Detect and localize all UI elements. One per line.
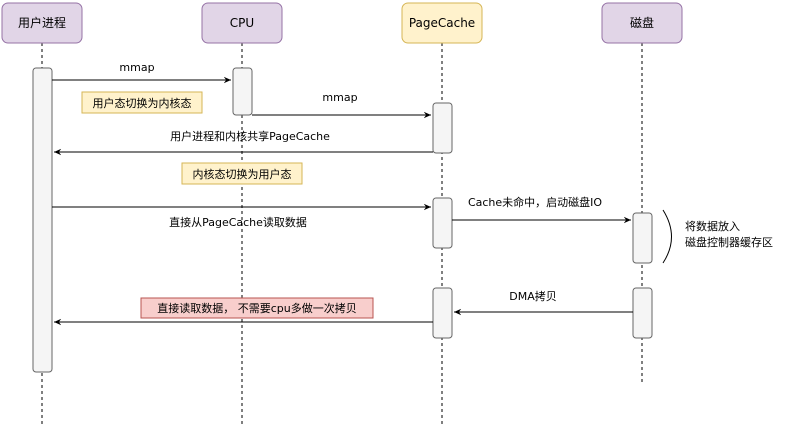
note-user-to-kernel: 用户态切换为内核态 [81,91,203,114]
participant-disk: 磁盘 [601,2,683,44]
message-label-cache-miss: Cache未命中，启动磁盘IO [468,195,602,209]
activation-cpu [232,67,253,116]
participant-user-process-label: 用户进程 [18,15,66,30]
participant-pagecache: PageCache [401,2,483,44]
activation-pagecache-1 [432,102,453,154]
participant-disk-label: 磁盘 [630,15,654,30]
activation-pagecache-3 [432,287,453,339]
activation-disk-2 [632,287,653,339]
participant-user-process: 用户进程 [1,2,83,44]
note-direct-read-text: 直接读取数据， 不需要cpu多做一次拷贝 [157,301,357,315]
side-note-brace [662,209,672,264]
note-user-to-kernel-text: 用户态切换为内核态 [93,96,192,110]
participant-pagecache-label: PageCache [409,16,475,30]
message-label-mmap-2: mmap [322,91,357,104]
message-label-share-pagecache: 用户进程和内核共享PageCache [170,129,330,143]
side-note-line1: 将数据放入 [685,219,740,233]
message-label-mmap-1: mmap [119,61,154,74]
message-label-read-direct: 直接从PageCache读取数据 [169,215,307,229]
note-direct-read: 直接读取数据， 不需要cpu多做一次拷贝 [140,297,374,319]
sequence-diagram: 用户进程 CPU PageCache 磁盘 mmap mmap 用户进程和内核共… [1,2,773,425]
activation-pagecache-2 [432,197,453,249]
participant-cpu: CPU [201,2,283,44]
activation-user-process [32,67,53,373]
note-kernel-to-user: 内核态切换为用户态 [181,162,303,185]
message-label-dma-copy: DMA拷贝 [509,289,557,303]
note-kernel-to-user-text: 内核态切换为用户态 [193,167,292,181]
side-note-line2: 磁盘控制器缓存区 [685,235,773,249]
participant-cpu-label: CPU [230,16,254,30]
activation-disk-1 [632,212,653,264]
